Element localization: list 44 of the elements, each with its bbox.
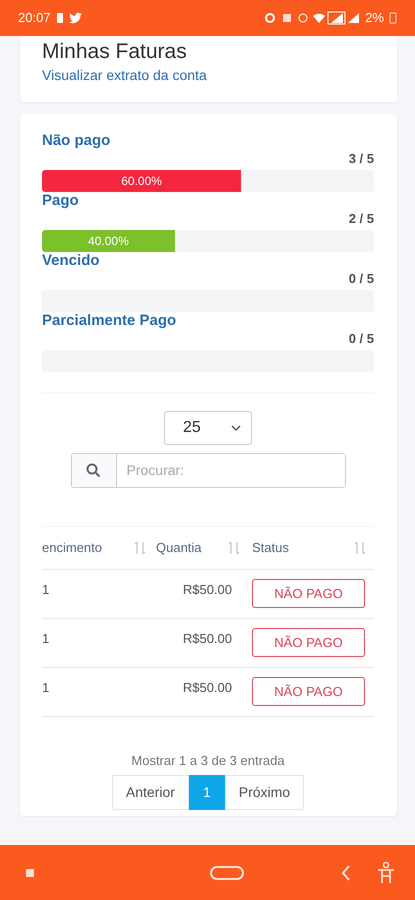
status-badge: NÃO PAGO (252, 579, 365, 608)
pagination-item[interactable]: Anterior (112, 774, 189, 810)
back-icon[interactable] (340, 864, 351, 880)
column-header[interactable]: encimento (42, 538, 102, 558)
progress-label: Não pago (42, 132, 112, 150)
status-badge: NÃO PAGO (252, 628, 365, 657)
progress-label: Vencido (42, 252, 101, 270)
pagination-item[interactable]: 1 (188, 774, 225, 810)
page-length-select[interactable]: 25 (164, 411, 252, 445)
search-field[interactable]: Procurar: (70, 453, 346, 488)
battery-icon (389, 12, 397, 24)
chevron-down-icon (231, 425, 241, 431)
progress-label: Pago (42, 192, 80, 210)
amount-cell-text: R$50.00 (182, 630, 233, 648)
clock: 20:07 (18, 9, 51, 28)
progress-label: Parcialmente Pago (42, 312, 178, 330)
sort-icon[interactable] (228, 541, 240, 555)
amount-cell-text: R$50.00 (182, 581, 233, 599)
progress-count: 0 / 5 (348, 330, 374, 348)
pagination-item[interactable]: Próximo (224, 774, 304, 810)
recents-icon[interactable] (26, 868, 34, 876)
battery-icon (56, 12, 64, 24)
progress-count: 2 / 5 (348, 210, 374, 228)
status-badge: NÃO PAGO (252, 677, 365, 706)
bird-icon (68, 12, 83, 24)
amount-cell-text: R$50.00 (182, 679, 233, 697)
table-cell-text: 1 (42, 679, 50, 697)
card-title: Minhas Faturas (42, 40, 188, 64)
progress-fill: 60.00% (42, 170, 242, 192)
table-cell-text: 1 (42, 630, 50, 648)
battery-level: 2% (365, 9, 384, 28)
column-header[interactable]: Quantia (156, 538, 202, 558)
table-cell-text: 1 (42, 581, 50, 599)
progress-count: 3 / 5 (348, 150, 374, 168)
progress-count: 0 / 5 (348, 270, 374, 288)
column-header[interactable]: Status (252, 538, 289, 558)
progress-fill: 40.00% (42, 230, 175, 252)
statement-link[interactable]: Visualizar extrato da conta (42, 67, 207, 83)
home-icon[interactable] (210, 866, 244, 880)
accessibility-icon[interactable] (376, 862, 395, 884)
table-info: Mostrar 1 a 3 de 3 entrada (130, 752, 286, 770)
search-icon (86, 463, 101, 478)
sort-icon[interactable] (134, 541, 146, 555)
sort-icon[interactable] (354, 541, 366, 555)
